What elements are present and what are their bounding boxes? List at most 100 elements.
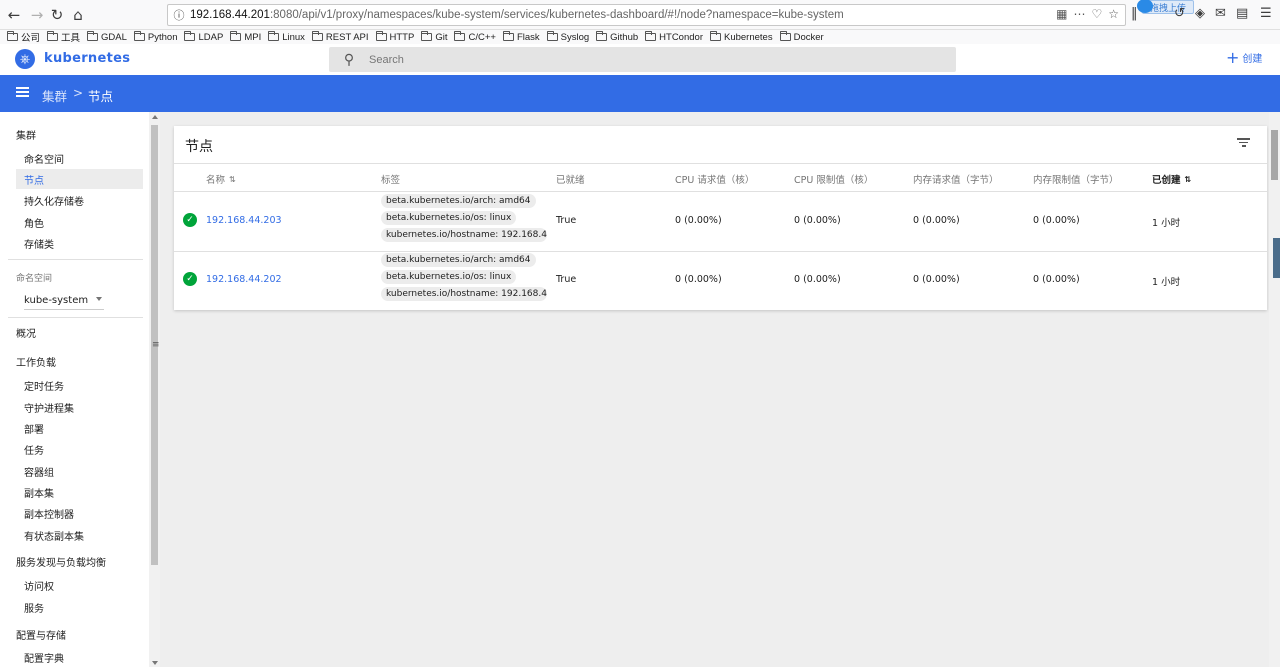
- bookmark-item[interactable]: MPI: [230, 31, 262, 43]
- create-button[interactable]: + 创建: [1226, 49, 1262, 65]
- sidebar-item-workload[interactable]: 任务: [16, 439, 143, 459]
- scroll-up-icon[interactable]: [152, 115, 158, 119]
- column-header-memory-limits: 内存限制值（字节）: [1033, 175, 1119, 186]
- namespace-value: kube-system: [24, 294, 89, 306]
- menu-icon[interactable]: ☰: [1260, 6, 1272, 21]
- sidebar: 集群 命名空间 节点 持久化存储卷 角色 存储类 命名空间 kube-syste…: [0, 112, 148, 667]
- sidebar-item-workload[interactable]: 副本集: [16, 482, 143, 502]
- created-value: 1 小时: [1152, 218, 1181, 229]
- bookmark-item[interactable]: Linux: [268, 31, 305, 43]
- bookmark-item[interactable]: 公司: [7, 30, 40, 44]
- bookmark-item[interactable]: GDAL: [87, 31, 127, 43]
- sidebar-item-storage-classes[interactable]: 存储类: [16, 233, 143, 253]
- main-content: 节点 名称 ⇅ 标签 已就绪 CPU 请求值（核） CPU 限制值（核） 内存请求…: [160, 112, 1280, 667]
- bookmark-label: C/C++: [468, 31, 496, 43]
- sidebar-item-workload[interactable]: 守护进程集: [16, 397, 143, 417]
- sidebar-item-overview[interactable]: 概况: [16, 325, 36, 340]
- bookmark-item[interactable]: REST API: [311, 31, 369, 43]
- breadcrumb-parent[interactable]: 集群: [42, 86, 67, 105]
- bookmark-label: REST API: [325, 31, 369, 43]
- home-icon[interactable]: ⌂: [67, 4, 89, 26]
- bookmark-item[interactable]: Flask: [502, 31, 540, 43]
- folder-icon: [546, 31, 558, 41]
- sort-icon: ⇅: [229, 175, 236, 184]
- node-name-link[interactable]: 192.168.44.202: [206, 274, 282, 285]
- sidebar-toggle-icon[interactable]: ▤: [1236, 6, 1248, 21]
- bookmark-item[interactable]: HTCondor: [645, 31, 703, 43]
- bookmark-item[interactable]: Github: [596, 31, 638, 43]
- back-icon[interactable]: ←: [3, 4, 25, 26]
- sidebar-item-namespaces[interactable]: 命名空间: [16, 148, 143, 168]
- check-circle-icon: ✓: [183, 272, 197, 286]
- sidebar-item-workload[interactable]: 副本控制器: [16, 503, 143, 523]
- bookmark-item[interactable]: Syslog: [546, 31, 589, 43]
- folder-icon: [502, 31, 514, 41]
- namespace-select[interactable]: kube-system: [24, 291, 104, 310]
- bookmarks-bar: 公司 工具 GDAL Python LDAP MPI Linux REST API HTTP Gi…: [0, 30, 1280, 44]
- bookmark-star-icon[interactable]: ☆: [1108, 7, 1119, 21]
- sidebar-item-workload[interactable]: 有状态副本集: [16, 525, 143, 545]
- folder-icon: [645, 31, 657, 41]
- node-name-link[interactable]: 192.168.44.203: [206, 215, 282, 226]
- folder-icon: [184, 31, 196, 41]
- sidebar-item-workload[interactable]: 部署: [16, 418, 143, 438]
- sidebar-item-config-maps[interactable]: 配置字典: [16, 647, 143, 667]
- filter-icon[interactable]: [1237, 138, 1250, 147]
- bookmark-item[interactable]: Python: [133, 31, 177, 43]
- sidebar-item-persistent-volumes[interactable]: 持久化存储卷: [16, 190, 143, 210]
- site-info-icon[interactable]: ⓘ: [168, 7, 190, 23]
- extension-icon[interactable]: ◈: [1195, 6, 1205, 21]
- pocket-icon[interactable]: ♡: [1091, 7, 1102, 21]
- sidebar-scrollbar[interactable]: ≡: [149, 112, 160, 667]
- sidebar-heading-config[interactable]: 配置与存储: [16, 627, 66, 642]
- qr-code-icon[interactable]: ▦: [1056, 7, 1067, 21]
- page-toolbar: 集群 > 节点: [0, 75, 1280, 112]
- bookmark-label: MPI: [244, 31, 262, 43]
- resize-grip-icon[interactable]: ≡: [152, 340, 160, 350]
- more-actions-icon[interactable]: ⋯: [1073, 7, 1085, 21]
- search-box[interactable]: ⚲: [329, 47, 956, 72]
- bookmark-item[interactable]: Kubernetes: [709, 31, 773, 43]
- bookmark-item[interactable]: 工具: [47, 30, 80, 44]
- sync-icon[interactable]: ↺: [1174, 6, 1185, 21]
- column-header-created[interactable]: 已创建 ⇅: [1152, 172, 1191, 186]
- forward-icon[interactable]: →: [26, 4, 48, 26]
- bookmark-item[interactable]: HTTP: [375, 31, 414, 43]
- namespace-label: 命名空间: [16, 274, 53, 284]
- sidebar-item-services[interactable]: 服务: [16, 597, 143, 617]
- folder-icon: [454, 31, 466, 41]
- sidebar-heading-workloads[interactable]: 工作负载: [16, 354, 56, 369]
- sidebar-item-roles[interactable]: 角色: [16, 212, 143, 232]
- label-chip: beta.kubernetes.io/arch: amd64: [381, 194, 536, 208]
- bookmark-item[interactable]: Git: [421, 31, 447, 43]
- kubernetes-logo-icon[interactable]: ⎈: [15, 49, 35, 69]
- sidebar-item-workload[interactable]: 容器组: [16, 461, 143, 481]
- upload-badge[interactable]: 拖拽上传: [1137, 0, 1194, 14]
- scrollbar-thumb[interactable]: [1271, 130, 1278, 180]
- chat-icon[interactable]: ✉: [1215, 6, 1226, 21]
- column-header-memory-requests: 内存请求值（字节）: [913, 175, 999, 186]
- sidebar-item-workload[interactable]: 定时任务: [16, 375, 143, 395]
- bookmark-item[interactable]: LDAP: [184, 31, 223, 43]
- cpu-limits-value: 0 (0.00%): [794, 215, 841, 226]
- column-header-name[interactable]: 名称 ⇅: [206, 172, 236, 186]
- brand-name[interactable]: kubernetes: [44, 51, 130, 66]
- breadcrumb-separator-icon: >: [73, 86, 84, 100]
- cpu-requests-value: 0 (0.00%): [675, 215, 722, 226]
- sidebar-item-nodes[interactable]: 节点: [16, 169, 143, 189]
- reload-icon[interactable]: ↻: [46, 4, 68, 26]
- sidebar-heading-discovery[interactable]: 服务发现与负载均衡: [16, 554, 106, 569]
- url-text: 192.168.44.201:8080/api/v1/proxy/namespa…: [190, 9, 844, 21]
- sidebar-item-ingresses[interactable]: 访问权: [16, 575, 143, 595]
- sidebar-heading-cluster[interactable]: 集群: [16, 127, 36, 142]
- side-panel-tab-icon[interactable]: [1273, 238, 1280, 278]
- address-bar[interactable]: ⓘ 192.168.44.201:8080/api/v1/proxy/names…: [167, 4, 1126, 26]
- bookmark-item[interactable]: Docker: [779, 31, 824, 43]
- scroll-down-icon[interactable]: [152, 661, 158, 665]
- breadcrumb-current: 节点: [88, 89, 114, 104]
- folder-icon: [375, 31, 387, 41]
- page-scrollbar[interactable]: [1269, 112, 1280, 667]
- search-input[interactable]: [369, 53, 869, 66]
- hamburger-menu-icon[interactable]: [16, 87, 29, 97]
- bookmark-item[interactable]: C/C++: [454, 31, 496, 43]
